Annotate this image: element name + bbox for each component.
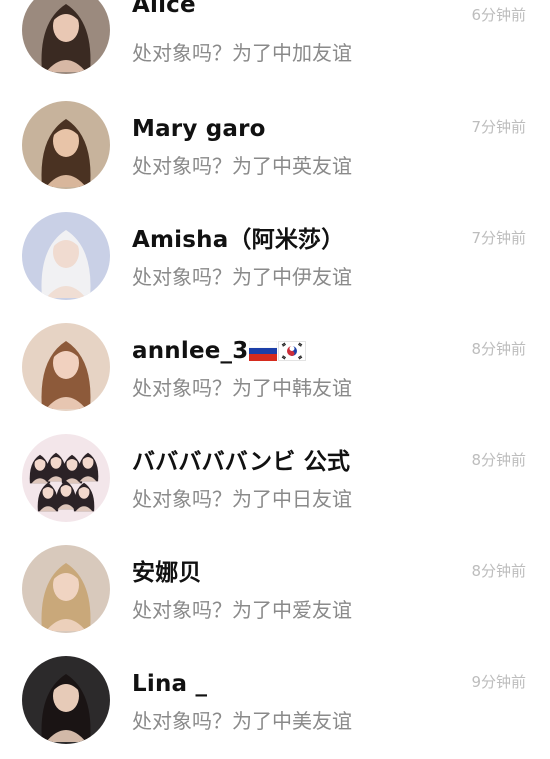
- contact-name: Mary garo: [132, 116, 266, 142]
- avatar[interactable]: [22, 656, 110, 744]
- woman-avatar-icon: [22, 0, 110, 74]
- conversation-item-mary-garo[interactable]: Mary garo 处对象吗？为了中英友谊 7分钟前: [0, 101, 550, 212]
- message-preview: 处对象吗？为了中美友谊: [132, 709, 352, 733]
- message-preview: 处对象吗？为了中英友谊: [132, 154, 352, 178]
- woman-avatar-icon: [22, 545, 110, 633]
- contact-name: 安娜贝: [132, 560, 202, 586]
- timestamp: 8分钟前: [471, 451, 526, 469]
- contact-name: バババババンビ 公式: [132, 449, 351, 475]
- avatar[interactable]: [22, 101, 110, 189]
- avatar[interactable]: [22, 212, 110, 300]
- conversation-list: Alice 处对象吗？为了中加友谊 6分钟前 Mary garo 处对象吗？为了…: [0, 0, 550, 759]
- contact-name: annlee_3: [132, 336, 307, 366]
- conversation-item-amisha[interactable]: Amisha（阿米莎） 处对象吗？为了中伊友谊 7分钟前: [0, 212, 550, 323]
- message-preview: 处对象吗？为了中日友谊: [132, 487, 352, 511]
- avatar[interactable]: [22, 323, 110, 411]
- timestamp: 7分钟前: [471, 229, 526, 247]
- timestamp: 7分钟前: [471, 118, 526, 136]
- message-preview: 处对象吗？为了中伊友谊: [132, 265, 352, 289]
- contact-name: Alice: [132, 0, 196, 18]
- message-preview: 处对象吗？为了中韩友谊: [132, 376, 352, 400]
- conversation-item-lina[interactable]: Lina _ 处对象吗？为了中美友谊 9分钟前: [0, 656, 550, 759]
- message-preview: 处对象吗？为了中加友谊: [132, 41, 352, 65]
- contact-name-text: annlee_3: [132, 338, 249, 364]
- conversation-item-annlee[interactable]: annlee_3 处对象吗？为了中韩友谊 8分钟前: [0, 323, 550, 434]
- conversation-item-annabei[interactable]: 安娜贝 处对象吗？为了中爱友谊 8分钟前: [0, 545, 550, 656]
- avatar[interactable]: [22, 545, 110, 633]
- woman-avatar-icon: [22, 212, 110, 300]
- timestamp: 6分钟前: [471, 6, 526, 24]
- conversation-item-alice[interactable]: Alice 处对象吗？为了中加友谊 6分钟前: [0, 0, 550, 97]
- avatar[interactable]: [22, 0, 110, 74]
- group-avatar-icon: [22, 434, 110, 522]
- avatar[interactable]: [22, 434, 110, 522]
- conversation-item-bambi-official[interactable]: バババババンビ 公式 处对象吗？为了中日友谊 8分钟前: [0, 434, 550, 545]
- woman-avatar-icon: [22, 656, 110, 744]
- contact-name: Amisha（阿米莎）: [132, 227, 345, 253]
- contact-name: Lina _: [132, 671, 208, 697]
- woman-avatar-icon: [22, 101, 110, 189]
- timestamp: 8分钟前: [471, 340, 526, 358]
- timestamp: 9分钟前: [471, 673, 526, 691]
- korea-flag-icon: [278, 341, 307, 361]
- russia-flag-icon: [249, 341, 278, 361]
- timestamp: 8分钟前: [471, 562, 526, 580]
- woman-avatar-icon: [22, 323, 110, 411]
- message-preview: 处对象吗？为了中爱友谊: [132, 598, 352, 622]
